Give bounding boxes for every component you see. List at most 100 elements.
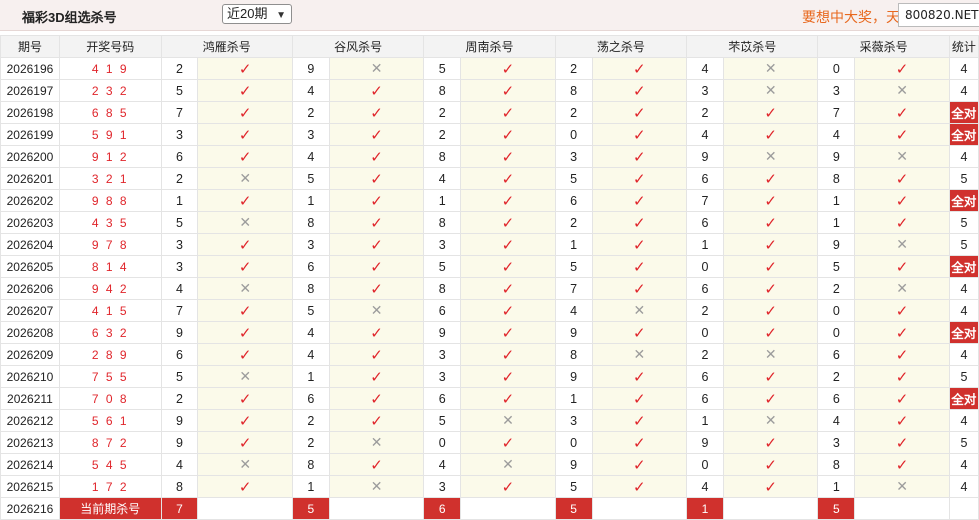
table-header-row: 期号 开奖号码 鸿雁杀号 谷风杀号 周南杀号 荡之杀号 芣苡杀号 采薇杀号 统计: [0, 35, 979, 58]
check-icon: ✓: [460, 387, 556, 410]
kill-number-cell: 5: [160, 211, 199, 234]
kill-number-cell: 8: [817, 167, 856, 190]
kill-number-cell: 2: [160, 167, 199, 190]
kill-number-cell: 7: [817, 101, 856, 124]
kill-number-cell: 4: [817, 409, 856, 432]
issue-cell: 2026215: [0, 475, 60, 498]
promo-slogan[interactable]: 要想中大奖，天: [802, 7, 900, 27]
check-icon: ✓: [854, 321, 950, 344]
kill-number-cell: 6: [423, 299, 462, 322]
check-icon: ✓: [460, 431, 556, 454]
current-kill-number: 5: [554, 497, 593, 520]
check-icon: ✓: [328, 277, 425, 300]
kill-number-cell: 5: [554, 475, 593, 498]
kill-number-cell: 0: [817, 57, 856, 80]
cross-icon: ✕: [854, 79, 950, 102]
kill-number-cell: 3: [423, 365, 462, 388]
winning-numbers-cell: 4 3 5: [58, 211, 162, 234]
cross-icon: ✕: [591, 343, 688, 366]
check-icon: ✓: [722, 123, 819, 146]
header-expert: 荡之杀号: [554, 35, 688, 58]
kill-number-cell: 4: [423, 453, 462, 476]
check-icon: ✓: [197, 101, 293, 124]
kill-number-cell: 4: [291, 145, 330, 168]
kill-number-cell: 2: [291, 101, 330, 124]
winning-numbers-cell: 4 1 5: [58, 299, 162, 322]
issue-cell: 2026210: [0, 365, 60, 388]
kill-number-cell: 9: [817, 233, 856, 256]
check-icon: ✓: [854, 123, 950, 146]
check-icon: ✓: [197, 387, 293, 410]
kill-number-cell: 3: [160, 123, 199, 146]
header-expert: 谷风杀号: [291, 35, 425, 58]
kill-number-cell: 4: [554, 299, 593, 322]
empty-result-cell: [328, 497, 425, 520]
stat-cell: 4: [948, 277, 979, 300]
kill-number-cell: 9: [686, 431, 724, 454]
kill-number-cell: 3: [423, 233, 462, 256]
check-icon: ✓: [591, 189, 688, 212]
issue-cell: 2026201: [0, 167, 60, 190]
check-icon: ✓: [460, 189, 556, 212]
issue-cell: 2026205: [0, 255, 60, 278]
cross-icon: ✕: [197, 453, 293, 476]
check-icon: ✓: [460, 475, 556, 498]
kill-number-cell: 6: [160, 145, 199, 168]
table-row: 2026203 4 3 5 5 ✕ 8 ✓ 8 ✓ 2 ✓ 6 ✓ 1 ✓ 5: [0, 211, 979, 234]
check-icon: ✓: [591, 409, 688, 432]
kill-number-cell: 6: [817, 343, 856, 366]
period-select[interactable]: 近20期 ▼: [222, 4, 292, 24]
kill-number-cell: 5: [423, 255, 462, 278]
kill-number-cell: 3: [817, 79, 856, 102]
stat-cell: 4: [948, 409, 979, 432]
check-icon: ✓: [460, 79, 556, 102]
table-row: 2026210 7 5 5 5 ✕ 1 ✓ 3 ✓ 9 ✓ 6 ✓ 2 ✓ 5: [0, 365, 979, 388]
kill-number-table: 期号 开奖号码 鸿雁杀号 谷风杀号 周南杀号 荡之杀号 芣苡杀号 采薇杀号 统计…: [0, 35, 979, 520]
header-expert: 芣苡杀号: [686, 35, 819, 58]
check-icon: ✓: [460, 57, 556, 80]
table-row: 2026204 9 7 8 3 ✓ 3 ✓ 3 ✓ 1 ✓ 1 ✓ 9 ✕ 5: [0, 233, 979, 256]
winning-numbers-cell: 9 1 2: [58, 145, 162, 168]
check-icon: ✓: [591, 255, 688, 278]
kill-number-cell: 6: [686, 277, 724, 300]
check-icon: ✓: [328, 167, 425, 190]
header-numbers: 开奖号码: [58, 35, 162, 58]
cross-icon: ✕: [460, 409, 556, 432]
check-icon: ✓: [854, 343, 950, 366]
kill-number-cell: 9: [160, 409, 199, 432]
kill-number-cell: 0: [423, 431, 462, 454]
check-icon: ✓: [591, 453, 688, 476]
kill-number-cell: 8: [423, 211, 462, 234]
kill-number-cell: 1: [554, 387, 593, 410]
check-icon: ✓: [591, 57, 688, 80]
winning-numbers-cell: 2 8 9: [58, 343, 162, 366]
check-icon: ✓: [328, 343, 425, 366]
check-icon: ✓: [197, 79, 293, 102]
stat-cell: 4: [948, 475, 979, 498]
check-icon: ✓: [328, 321, 425, 344]
stat-cell: 4: [948, 299, 979, 322]
check-icon: ✓: [197, 343, 293, 366]
kill-number-cell: 6: [686, 365, 724, 388]
kill-number-cell: 5: [160, 365, 199, 388]
kill-number-cell: 2: [554, 57, 593, 80]
table-row: 2026212 5 6 1 9 ✓ 2 ✓ 5 ✕ 3 ✓ 1 ✕ 4 ✓ 4: [0, 409, 979, 432]
kill-number-cell: 5: [554, 255, 593, 278]
issue-cell: 2026214: [0, 453, 60, 476]
table-row: 2026208 6 3 2 9 ✓ 4 ✓ 9 ✓ 9 ✓ 0 ✓ 0 ✓ 全对: [0, 321, 979, 344]
cross-icon: ✕: [722, 57, 819, 80]
kill-number-cell: 8: [423, 145, 462, 168]
kill-number-cell: 0: [686, 453, 724, 476]
kill-number-cell: 7: [554, 277, 593, 300]
check-icon: ✓: [854, 453, 950, 476]
winning-numbers-cell: 2 3 2: [58, 79, 162, 102]
empty-result-cell: [460, 497, 556, 520]
winning-numbers-cell: 9 8 8: [58, 189, 162, 212]
kill-number-cell: 4: [686, 57, 724, 80]
issue-cell: 2026196: [0, 57, 60, 80]
kill-number-cell: 9: [160, 431, 199, 454]
current-period-row: 2026216 当前期杀号 7 5 6 5 1 5: [0, 497, 979, 520]
kill-number-cell: 5: [817, 255, 856, 278]
kill-number-cell: 2: [686, 343, 724, 366]
header-stat: 统计: [948, 35, 979, 58]
